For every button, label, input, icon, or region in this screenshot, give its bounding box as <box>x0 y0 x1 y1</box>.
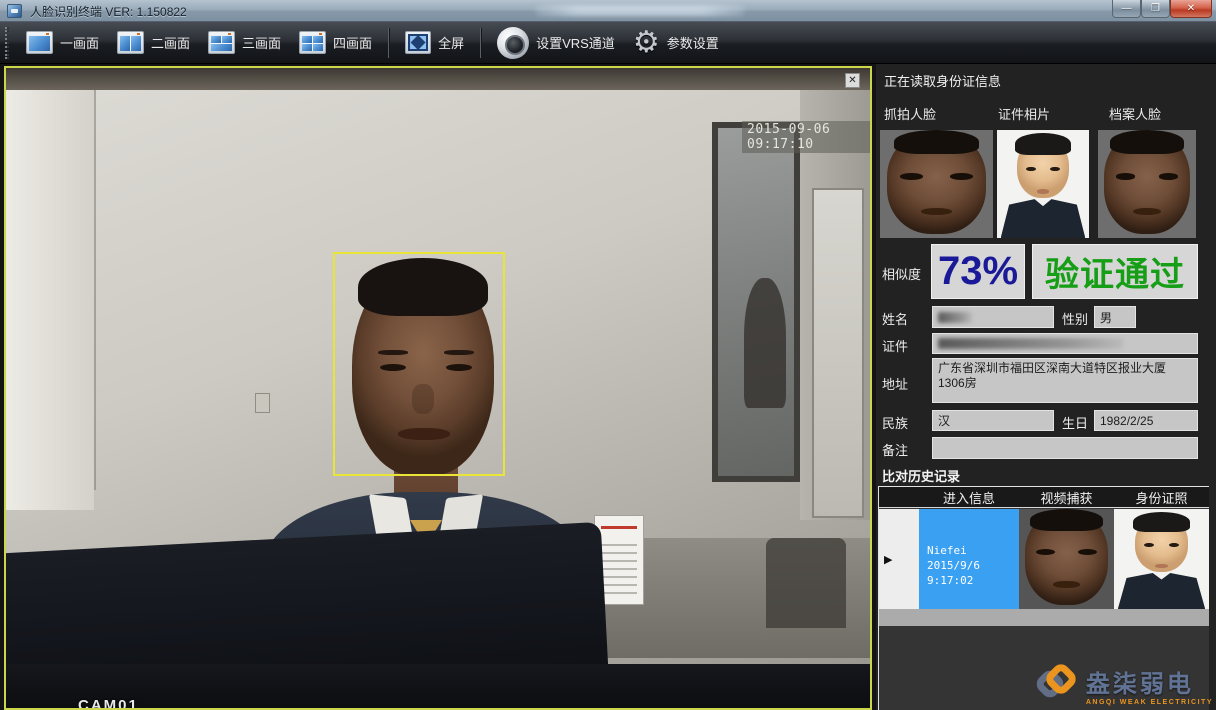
verification-result: 验证通过 <box>1032 244 1198 299</box>
face-detection-box <box>333 252 505 476</box>
dome-camera-icon <box>497 27 529 59</box>
address-label: 地址 <box>882 374 908 393</box>
toolbar-separator <box>388 28 389 58</box>
captured-face-photo <box>880 130 993 238</box>
vendor-logo-icon <box>1036 664 1078 706</box>
vrs-channel-button[interactable]: 设置VRS通道 <box>488 23 624 63</box>
view-3-button[interactable]: 三画面 <box>199 27 290 58</box>
similarity-label: 相似度 <box>882 264 921 283</box>
titlebar-blurred-text <box>535 5 745 16</box>
view-2-icon <box>117 31 144 54</box>
scene-wall <box>6 90 94 510</box>
birthday-field[interactable]: 1982/2/25 <box>1094 410 1198 431</box>
history-section-title: 比对历史记录 <box>882 466 960 485</box>
video-timestamp: 2015-09-06 09:17:10 <box>742 121 870 153</box>
toolbar-separator <box>480 28 481 58</box>
similarity-value: 73% <box>931 244 1025 299</box>
view-1-icon <box>26 31 53 54</box>
scene-door <box>812 188 864 518</box>
vendor-watermark: 盎柒弱电 ANGQI WEAK ELECTRICITY <box>1036 664 1213 706</box>
minimize-button[interactable]: — <box>1112 0 1141 18</box>
close-button[interactable]: ✕ <box>1170 0 1212 18</box>
fullscreen-label: 全屏 <box>438 33 464 52</box>
view-2-label: 二画面 <box>151 33 190 52</box>
gender-field[interactable]: 男 <box>1094 306 1136 328</box>
view-1-label: 一画面 <box>60 33 99 52</box>
id-photo-label: 证件相片 <box>998 104 1050 123</box>
status-message: 正在读取身份证信息 <box>884 71 1001 90</box>
view-2-button[interactable]: 二画面 <box>108 27 199 58</box>
history-empty-strip <box>879 609 1209 626</box>
history-col-marker <box>879 487 919 507</box>
id-number-field[interactable] <box>932 333 1198 354</box>
title-bar: 人脸识别终端 VER: 1.150822 — ❐ ✕ <box>0 0 1216 22</box>
name-field[interactable] <box>932 306 1054 328</box>
video-feed: 2015-09-06 09:17:10 CAM01 ✕ <box>6 68 870 708</box>
camera-osd-label: CAM01 <box>78 697 139 708</box>
remark-label: 备注 <box>882 440 908 459</box>
app-icon <box>7 4 22 18</box>
id-number-label: 证件 <box>882 336 908 355</box>
archive-face-photo <box>1098 130 1196 238</box>
window-title: 人脸识别终端 VER: 1.150822 <box>30 3 187 20</box>
maximize-button[interactable]: ❐ <box>1141 0 1170 18</box>
vrs-channel-label: 设置VRS通道 <box>536 33 615 52</box>
row-marker-icon: ▶ <box>884 553 892 566</box>
params-settings-label: 参数设置 <box>667 33 719 52</box>
history-id-photo <box>1114 509 1209 609</box>
gear-icon: ⚙ <box>633 28 660 58</box>
view-4-icon <box>299 31 326 54</box>
view-4-button[interactable]: 四画面 <box>290 27 381 58</box>
scene-chair <box>766 538 846 628</box>
vendor-name-en: ANGQI WEAK ELECTRICITY <box>1086 699 1213 706</box>
entry-info-cell: Niefei 2015/9/6 9:17:02 <box>919 509 1019 609</box>
id-card-photo <box>997 130 1089 238</box>
redacted-id-value <box>938 338 1123 349</box>
archive-face-label: 档案人脸 <box>1109 104 1161 123</box>
entry-name: Niefei <box>927 543 1019 558</box>
toolbar-grip <box>5 27 9 59</box>
main-toolbar: 一画面 二画面 三画面 四画面 全屏 设置VRS通道 ⚙ 参数设置 <box>0 22 1216 64</box>
entry-date: 2015/9/6 <box>927 558 1019 573</box>
name-label: 姓名 <box>882 309 908 328</box>
fullscreen-button[interactable]: 全屏 <box>396 27 473 58</box>
video-channel-panel[interactable]: 2015-09-06 09:17:10 CAM01 ✕ <box>4 66 872 710</box>
ethnicity-label: 民族 <box>882 413 908 432</box>
fullscreen-icon <box>405 31 431 54</box>
address-field[interactable]: 广东省深圳市福田区深南大道特区报业大厦1306房 <box>932 358 1198 403</box>
vendor-name: 盎柒弱电 <box>1086 664 1213 699</box>
history-col-idphoto: 身份证照 <box>1114 487 1209 507</box>
history-row[interactable]: ▶ Niefei 2015/9/6 9:17:02 <box>879 509 1209 609</box>
video-close-icon[interactable]: ✕ <box>845 73 860 88</box>
history-col-capture: 视频捕获 <box>1019 487 1114 507</box>
face-recognition-terminal-window: 人脸识别终端 VER: 1.150822 — ❐ ✕ 一画面 二画面 三画面 四… <box>0 0 1216 710</box>
scene-mirror <box>718 128 794 476</box>
history-col-entry: 进入信息 <box>919 487 1019 507</box>
scene-mirror-frame <box>712 122 800 482</box>
birthday-label: 生日 <box>1062 413 1088 432</box>
captured-face-label: 抓拍人脸 <box>884 104 936 123</box>
view-3-label: 三画面 <box>242 33 281 52</box>
scene-ceiling <box>6 68 870 90</box>
history-video-capture-photo <box>1019 509 1114 609</box>
scene-wall-seam <box>94 90 96 490</box>
params-settings-button[interactable]: ⚙ 参数设置 <box>624 24 728 62</box>
ethnicity-field[interactable]: 汉 <box>932 410 1054 431</box>
view-3-icon <box>208 31 235 54</box>
row-selector-cell: ▶ <box>879 509 919 609</box>
remark-field[interactable] <box>932 437 1198 459</box>
id-verification-panel: 正在读取身份证信息 抓拍人脸 证件相片 档案人脸 相似度 73% 验证通过 姓名… <box>876 64 1216 710</box>
gender-label: 性别 <box>1062 309 1088 328</box>
entry-time: 9:17:02 <box>927 573 1019 588</box>
history-table-header: 进入信息 视频捕获 身份证照 <box>879 487 1209 508</box>
view-4-label: 四画面 <box>333 33 372 52</box>
view-1-button[interactable]: 一画面 <box>17 27 108 58</box>
scene-wall-socket <box>255 393 270 413</box>
redacted-name-value <box>938 312 972 323</box>
